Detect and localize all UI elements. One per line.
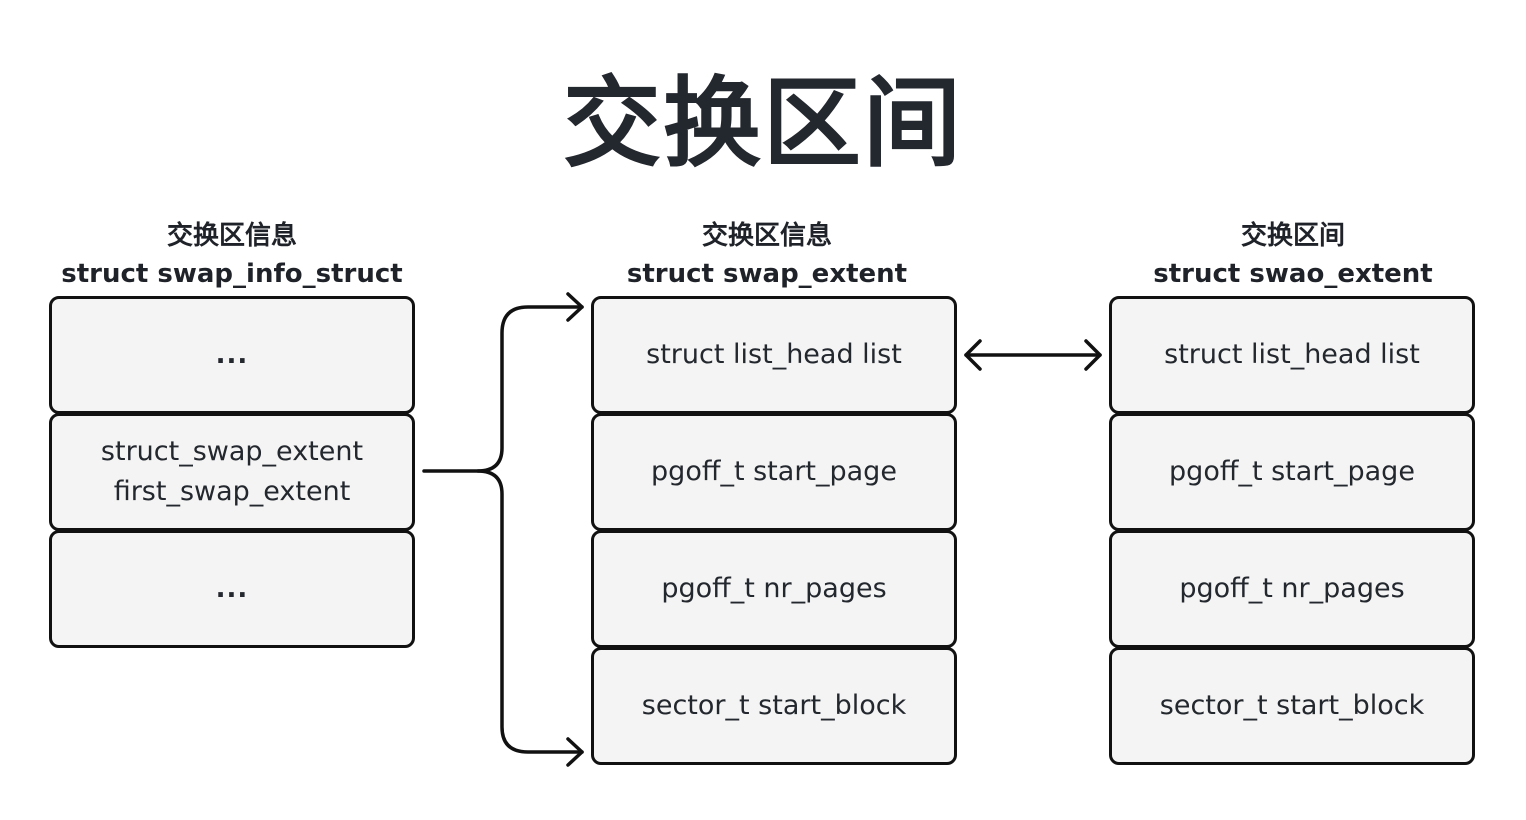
brace-lower: [476, 469, 584, 754]
bidirectional-arrow: [964, 339, 1102, 371]
connector-layer: [422, 292, 1102, 767]
brace-arrow-connector: [422, 292, 584, 767]
brace-stem: [422, 305, 584, 473]
